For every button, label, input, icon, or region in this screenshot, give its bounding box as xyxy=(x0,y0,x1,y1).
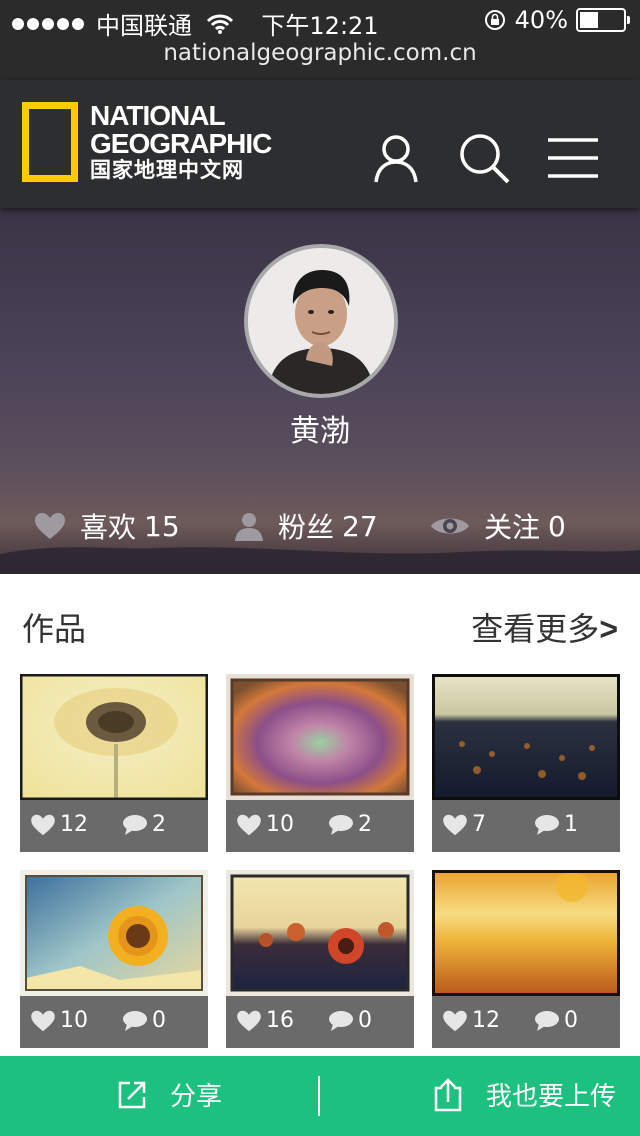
stat-following[interactable]: 关注 0 xyxy=(430,506,566,546)
work-likes-count: 12 xyxy=(60,812,88,837)
heart-icon xyxy=(443,1010,467,1031)
status-bar: 中国联通 下午12:21 40% nationalgeographic.com.… xyxy=(0,0,640,80)
work-tile[interactable]: 10 0 xyxy=(20,870,208,1048)
work-comments[interactable]: 2 xyxy=(328,812,372,837)
comment-icon xyxy=(123,814,147,835)
work-comments-count: 0 xyxy=(564,1008,578,1033)
status-right: 40% xyxy=(483,6,630,34)
upload-button[interactable]: 我也要上传 xyxy=(432,1076,616,1113)
work-comments-count: 2 xyxy=(358,812,372,837)
logo-line-geographic: GEOGRAPHIC xyxy=(90,128,272,159)
work-comments[interactable]: 0 xyxy=(122,1008,166,1033)
share-icon xyxy=(118,1081,146,1108)
battery-percent: 40% xyxy=(514,6,568,34)
profile-banner: 黄渤 喜欢 15 粉丝 27 关注 0 xyxy=(0,208,640,574)
heart-icon xyxy=(443,814,467,835)
comment-icon xyxy=(535,1010,559,1031)
work-likes[interactable]: 12 xyxy=(30,812,88,837)
upload-label: 我也要上传 xyxy=(486,1082,617,1112)
works-header: 作品 查看更多> xyxy=(0,574,640,672)
heart-icon xyxy=(237,814,261,835)
heart-icon xyxy=(31,1010,55,1031)
stat-likes-label: 喜欢 xyxy=(80,511,137,544)
stat-fans-label: 粉丝 xyxy=(278,511,335,544)
work-tile[interactable]: 7 1 xyxy=(432,674,620,852)
logo-line-national: NATIONAL xyxy=(90,100,226,131)
comment-icon xyxy=(123,1010,147,1031)
work-comments-count: 2 xyxy=(152,812,166,837)
work-stats-bar: 10 2 xyxy=(226,800,414,852)
stat-likes[interactable]: 喜欢 15 xyxy=(34,506,180,546)
site-header: NATIONAL GEOGRAPHIC 国家地理中文网 xyxy=(0,80,640,208)
natgeo-logo[interactable]: NATIONAL GEOGRAPHIC 国家地理中文网 xyxy=(22,100,272,184)
work-comments[interactable]: 0 xyxy=(534,1008,578,1033)
share-label: 分享 xyxy=(170,1082,223,1112)
menu-icon[interactable] xyxy=(548,132,598,184)
work-comments-count: 1 xyxy=(564,812,578,837)
stat-following-label: 关注 xyxy=(484,511,541,544)
search-icon[interactable] xyxy=(458,132,510,184)
view-more-link[interactable]: 查看更多> xyxy=(471,604,618,650)
work-comments[interactable]: 1 xyxy=(534,812,578,837)
yellow-frame-icon xyxy=(22,102,78,182)
work-likes[interactable]: 12 xyxy=(442,1008,500,1033)
comment-icon xyxy=(329,814,353,835)
heart-icon xyxy=(35,513,65,539)
eye-icon xyxy=(431,518,469,534)
work-photo[interactable] xyxy=(432,870,620,996)
work-comments-count: 0 xyxy=(358,1008,372,1033)
work-photo[interactable] xyxy=(432,674,620,800)
work-likes-count: 10 xyxy=(60,1008,88,1033)
profile-name: 黄渤 xyxy=(290,414,350,449)
work-likes-count: 12 xyxy=(472,1008,500,1033)
stat-fans[interactable]: 粉丝 27 xyxy=(234,506,378,546)
work-stats-bar: 10 0 xyxy=(20,996,208,1048)
bottom-divider xyxy=(318,1076,320,1116)
work-comments-count: 0 xyxy=(152,1008,166,1033)
works-title: 作品 xyxy=(22,610,87,648)
work-likes[interactable]: 10 xyxy=(30,1008,88,1033)
work-comments[interactable]: 0 xyxy=(328,1008,372,1033)
work-photo[interactable] xyxy=(20,870,208,996)
bottom-action-bar: 分享 我也要上传 xyxy=(0,1056,640,1136)
work-stats-bar: 16 0 xyxy=(226,996,414,1048)
work-tile[interactable]: 12 0 xyxy=(432,870,620,1048)
view-more-label: 查看更多 xyxy=(471,610,600,648)
person-icon xyxy=(235,513,263,541)
work-tile[interactable]: 16 0 xyxy=(226,870,414,1048)
work-likes[interactable]: 10 xyxy=(236,812,294,837)
battery-icon xyxy=(576,8,630,32)
heart-icon xyxy=(31,814,55,835)
work-photo[interactable] xyxy=(20,674,208,800)
work-photo[interactable] xyxy=(226,870,414,996)
work-stats-bar: 12 2 xyxy=(20,800,208,852)
stat-fans-value: 27 xyxy=(342,509,378,543)
work-likes[interactable]: 16 xyxy=(236,1008,294,1033)
work-tile[interactable]: 12 2 xyxy=(20,674,208,852)
stat-following-value: 0 xyxy=(548,509,566,543)
url-bar[interactable]: nationalgeographic.com.cn xyxy=(0,40,640,66)
upload-icon xyxy=(434,1077,462,1111)
heart-icon xyxy=(237,1010,261,1031)
user-icon[interactable] xyxy=(370,132,422,184)
work-stats-bar: 12 0 xyxy=(432,996,620,1048)
stat-likes-value: 15 xyxy=(144,509,180,543)
comment-icon xyxy=(535,814,559,835)
work-comments[interactable]: 2 xyxy=(122,812,166,837)
comment-icon xyxy=(329,1010,353,1031)
view-more-arrow: > xyxy=(599,611,618,647)
work-tile[interactable]: 10 2 xyxy=(226,674,414,852)
rotation-lock-icon xyxy=(484,10,505,30)
work-likes-count: 7 xyxy=(472,812,486,837)
share-button[interactable]: 分享 xyxy=(116,1076,222,1113)
work-stats-bar: 7 1 xyxy=(432,800,620,852)
work-likes[interactable]: 7 xyxy=(442,812,486,837)
avatar[interactable] xyxy=(244,244,398,398)
profile-stats: 喜欢 15 粉丝 27 关注 0 xyxy=(0,506,640,546)
work-likes-count: 16 xyxy=(266,1008,294,1033)
logo-line-chinese: 国家地理中文网 xyxy=(90,159,244,182)
work-likes-count: 10 xyxy=(266,812,294,837)
avatar-portrait xyxy=(248,248,394,394)
work-photo[interactable] xyxy=(226,674,414,800)
